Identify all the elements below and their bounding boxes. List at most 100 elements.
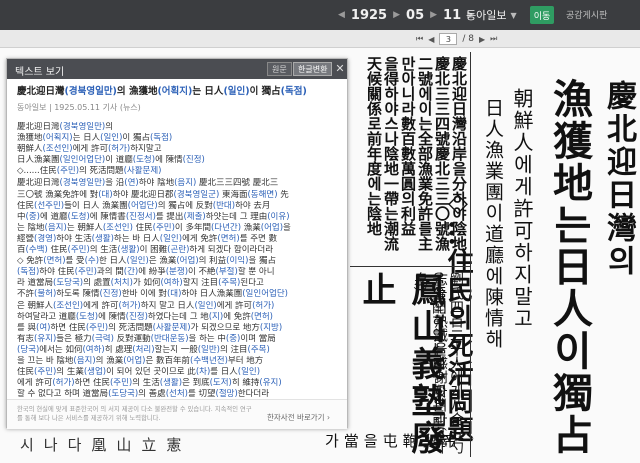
- hangul-reading: (여): [36, 322, 51, 333]
- hangul-reading: (대): [166, 289, 182, 300]
- pager: ⏮ ◀ 3 / 8 ▶ ⏭: [416, 32, 497, 46]
- hangul-reading: (어업단): [127, 200, 158, 211]
- article-line: 을 끄는 바 陰地(음지)의 漁業(어업)은 數百年前(수백년전)부터 地方: [17, 355, 264, 366]
- hangul-reading: (주목): [218, 278, 241, 289]
- hangul-reading: (연): [124, 178, 139, 189]
- hangul-reading: (여하): [82, 344, 105, 355]
- hangul-reading: (음지): [44, 222, 67, 233]
- hangul-reading: (진정): [99, 289, 122, 300]
- year-prev-arrow-icon[interactable]: ◀: [338, 10, 345, 20]
- month-next-arrow-icon[interactable]: ▶: [430, 10, 437, 20]
- hangul-reading: (어획지): [42, 133, 73, 144]
- hangul-reading: (대): [98, 189, 113, 200]
- month-value[interactable]: 05: [406, 8, 424, 23]
- article-line: 經營(경영)하야 生活(생활)하는 바 日人(일인)에게 免許(면허)를 주면 …: [17, 233, 278, 244]
- hangul-reading: (지방): [259, 322, 283, 333]
- article-text: 慶北迎日灣(경북영일만)의 漁獲地(어획지)는 日人(일인)이 獨占(독점) 朝鮮人…: [17, 122, 339, 411]
- hangul-reading: (조선인): [53, 300, 84, 311]
- article-line: ◇......住民(주민)의 死活問題(사활문제): [17, 166, 162, 177]
- hangul-reading: (수백년전): [190, 355, 228, 366]
- panel-title: 텍스트 보기: [15, 67, 65, 78]
- hangul-reading: (진정): [125, 311, 148, 322]
- newspaper-select[interactable]: 동아일보 ▼: [466, 6, 517, 24]
- hangul-convert-button[interactable]: 한글변환: [293, 62, 333, 76]
- first-page-icon[interactable]: ⏮: [416, 34, 423, 44]
- hangul-reading: (독점): [17, 267, 40, 278]
- article-line: 하여달라고 道廳(도청)에 陳情(진정)하였다는데 그 地(지)에 免許(면허): [17, 311, 273, 322]
- hangul-reading: (도청): [132, 155, 156, 166]
- hangul-reading: (일반): [197, 344, 220, 355]
- hangul-reading: (불허): [34, 289, 57, 300]
- hangul-reading: (독점): [149, 133, 173, 144]
- footer-disclaimer: 한국의 현실에 맞게 표준한국어 의 서지 제공이 다소 불완전할 수 있습니다…: [17, 406, 252, 422]
- hangul-reading: (차): [195, 367, 211, 378]
- original-text-button[interactable]: 원문: [267, 62, 292, 76]
- hangul-reading: (이유): [267, 211, 290, 222]
- panel-body: 慶北迎日灣(경북영일만)의 漁獲地(어획지)는 日人(일인)이 獨占(독점) 동…: [17, 85, 339, 411]
- hangul-reading: (경북영일군): [173, 189, 220, 200]
- hangul-reading: (일인): [100, 133, 123, 144]
- hangul-reading: (수): [84, 256, 100, 267]
- hangul-reading: (음지): [73, 355, 96, 366]
- hangul-reading: (주민): [34, 367, 57, 378]
- last-page-icon[interactable]: ⏭: [490, 34, 497, 44]
- hangul-reading: (유지): [259, 378, 282, 389]
- article-line: 日人漁業團(일인어업단)이 道廳(도청)에 陳情(진정): [17, 155, 205, 166]
- hangul-reading: (생활): [91, 233, 114, 244]
- hangul-reading: (도청): [67, 211, 90, 222]
- hangul-reading: (당국): [17, 344, 40, 355]
- hangul-reading: (여하): [160, 278, 183, 289]
- newspaper-subhead-2: 日人漁業團이道廳에陳情해: [482, 98, 504, 350]
- hangul-reading: (도당국): [108, 389, 139, 400]
- column-rule: [470, 52, 471, 457]
- total-pages: / 8: [462, 34, 474, 44]
- hangul-reading: (처치): [110, 278, 133, 289]
- hangul-reading: (주민): [85, 322, 109, 333]
- hangul-reading: (생업): [83, 367, 107, 378]
- hangul-reading: (극력): [91, 333, 114, 344]
- hanja-dictionary-link[interactable]: 한자사전 바로가기 ›: [267, 412, 330, 423]
- article-meta: 동아일보 | 1925.05.11 기사 (뉴스): [17, 103, 141, 112]
- hangul-reading: (도당국): [53, 278, 84, 289]
- hangul-reading: (허가): [252, 300, 275, 311]
- newspaper-headline-1: 慶北迎日灣의: [601, 80, 636, 278]
- go-button[interactable]: 이동: [530, 6, 554, 24]
- hangul-reading: (지): [208, 311, 224, 322]
- hangul-reading: (주민): [152, 222, 175, 233]
- close-icon[interactable]: ✕: [333, 61, 347, 75]
- hangul-reading: (면허): [250, 311, 273, 322]
- year-next-arrow-icon[interactable]: ▶: [393, 10, 400, 20]
- article-line: (독점)하야 住民(주민)과의 間(간)에 紛爭(분쟁)이 不絶(부절)할 뿐 …: [17, 267, 275, 278]
- hangul-reading: (생활): [117, 245, 140, 256]
- prev-page-icon[interactable]: ◀: [428, 35, 434, 44]
- hangul-reading: (진정서): [125, 211, 156, 222]
- hangul-reading: (선처): [165, 389, 188, 400]
- hangul-reading: (경북영일만): [59, 178, 106, 189]
- hangul-reading: (일인): [159, 233, 183, 244]
- text-view-panel: 텍스트 보기 원문 한글변환 ✕ 慶北迎日灣(경북영일만)의 漁獲地(어획지)는…: [6, 58, 348, 429]
- article-line: 를 與(여)하면 住民(주민)의 死活問題(사활문제)가 되겠으므로 地方(지방…: [17, 322, 283, 333]
- next-page-icon[interactable]: ▶: [479, 35, 485, 44]
- hangul-reading: (독점): [280, 86, 307, 97]
- current-page-input[interactable]: 3: [439, 33, 458, 45]
- panel-header: 텍스트 보기 원문 한글변환 ✕: [7, 59, 347, 79]
- article-title: 慶北迎日灣(경북영일만)의 漁獲地(어획지)는 日人(일인)이 獨占(독점): [17, 86, 307, 97]
- hangul-reading: (사활문제): [123, 166, 162, 177]
- year-value[interactable]: 1925: [351, 8, 387, 23]
- article-line: 漁獲地(어획지)는 日人(일인)이 獨占(독점): [17, 133, 173, 144]
- page-navigation-bar: ⏮ ◀ 3 / 8 ▶ ⏭: [0, 30, 640, 48]
- hangul-reading: (사활문제): [152, 322, 191, 333]
- newspaper-bottom-col-1: 가當을屯鞄兒帝: [325, 432, 463, 450]
- hangul-reading: (선주민): [34, 200, 65, 211]
- hangul-reading: (어업): [176, 256, 199, 267]
- notice-board-link[interactable]: 공감게시판: [566, 8, 607, 21]
- hangul-reading: (중): [225, 333, 241, 344]
- hangul-reading: (일인): [237, 367, 261, 378]
- hangul-reading: (도청): [75, 311, 99, 322]
- hangul-reading: (간): [123, 267, 139, 278]
- article-line: 住民(주민)의 生業(생업)이 되어 있던 곳이므로 此(차)를 日人(일인): [17, 367, 261, 378]
- hangul-reading: (주목): [247, 344, 270, 355]
- hangul-reading: (면허): [217, 233, 240, 244]
- hangul-reading: (곤란): [167, 245, 190, 256]
- day-value[interactable]: 11: [443, 8, 461, 23]
